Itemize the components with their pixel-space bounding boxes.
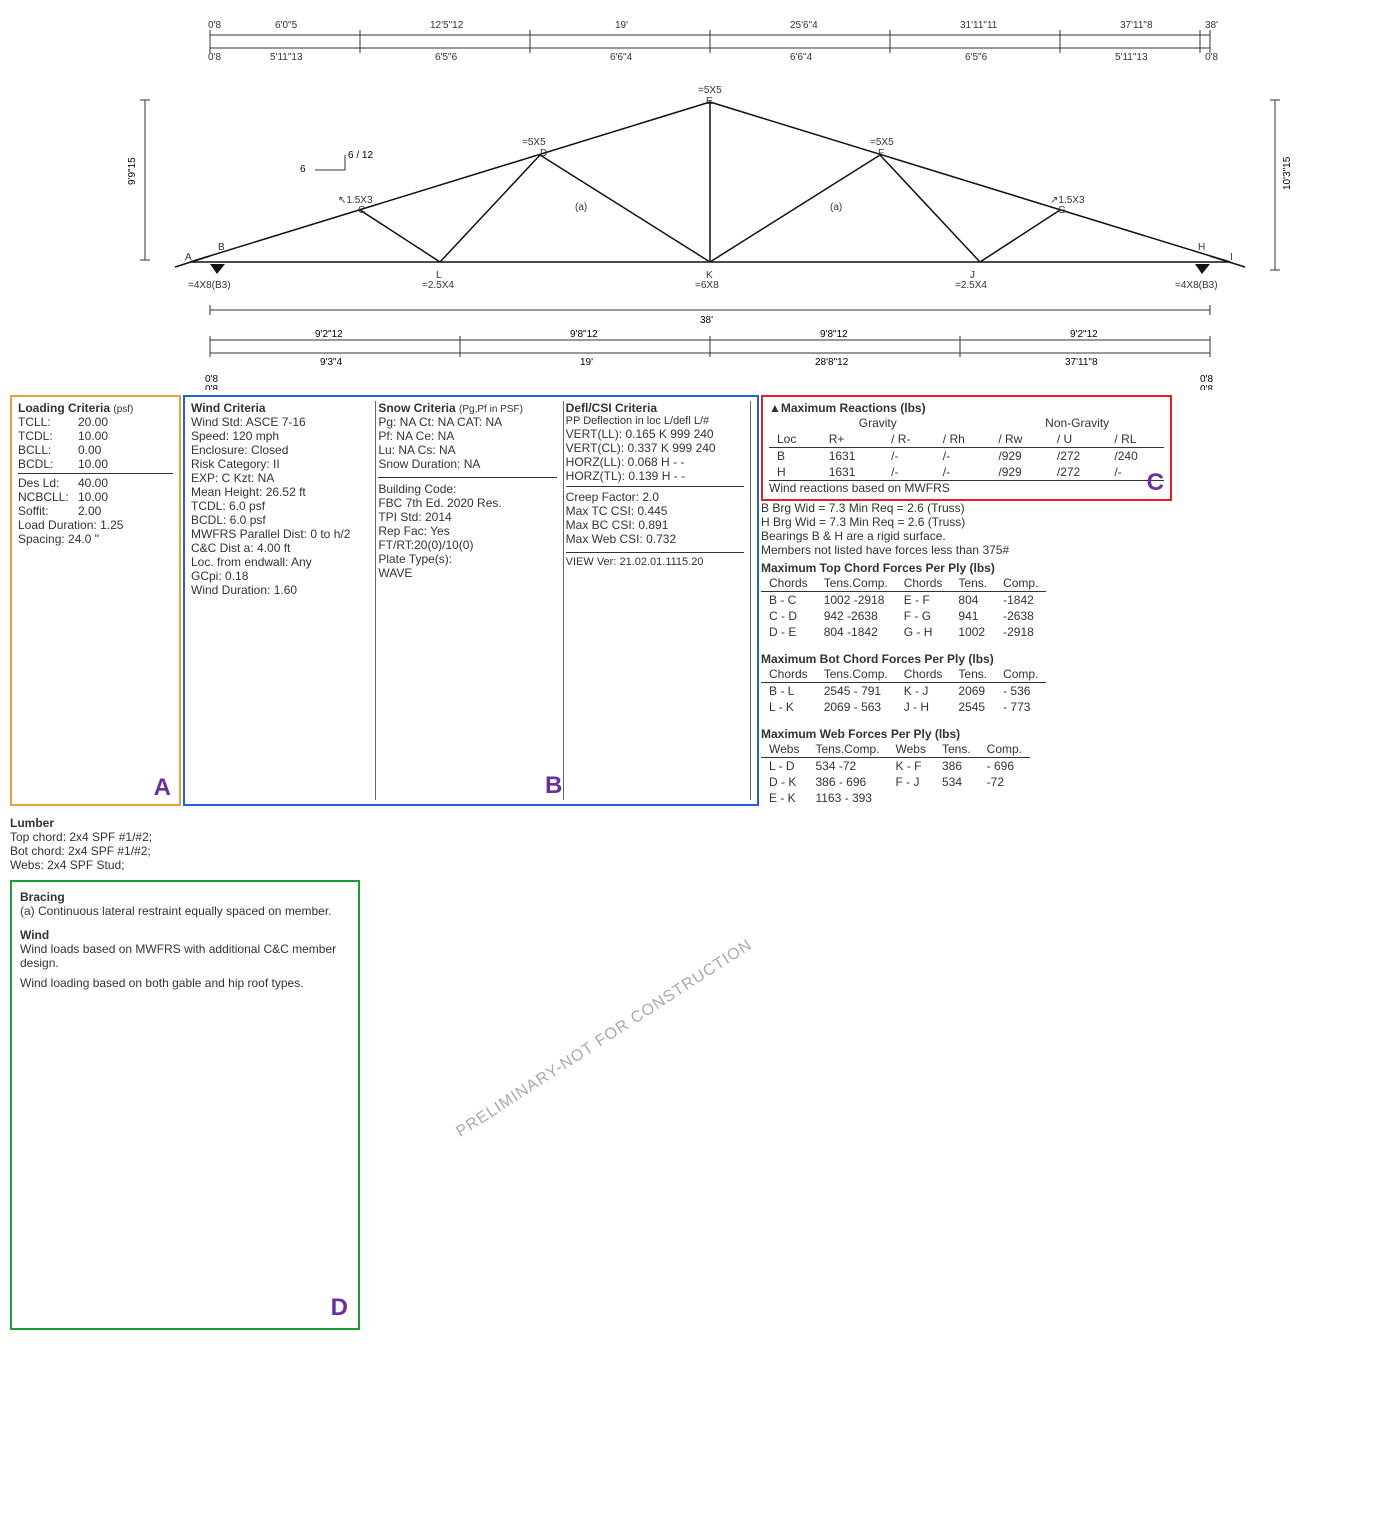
svg-text:D: D xyxy=(540,148,547,159)
svg-text:H: H xyxy=(1198,242,1205,253)
criteria-row: Loading Criteria (psf) TCLL:20.00 TCDL:1… xyxy=(10,395,1388,806)
svg-text:0'8: 0'8 xyxy=(1200,384,1213,390)
svg-text:9'2"12: 9'2"12 xyxy=(1070,329,1098,340)
svg-text:6'0"5: 6'0"5 xyxy=(275,20,298,31)
svg-text:9'8"12: 9'8"12 xyxy=(570,329,598,340)
svg-text:6'6"4: 6'6"4 xyxy=(610,52,633,63)
wind-snow-code-box: Wind Criteria Wind Std: ASCE 7-16Speed: … xyxy=(183,395,759,806)
svg-text:A: A xyxy=(185,252,192,263)
reactions-box: ▲Maximum Reactions (lbs) GravityNon-Grav… xyxy=(761,395,1172,501)
right-column: ▲Maximum Reactions (lbs) GravityNon-Grav… xyxy=(761,395,1191,806)
svg-text:9'2"12: 9'2"12 xyxy=(315,329,343,340)
svg-text:I: I xyxy=(1230,252,1233,263)
truss-svg: 0'8 6'0"5 12'5"12 19' 25'6"4 31'11"11 37… xyxy=(10,10,1388,390)
svg-text:↖1.5X3: ↖1.5X3 xyxy=(338,195,373,206)
svg-text:↗1.5X3: ↗1.5X3 xyxy=(1050,195,1085,206)
svg-text:6'6"4: 6'6"4 xyxy=(790,52,813,63)
wind-criteria: Wind Criteria Wind Std: ASCE 7-16Speed: … xyxy=(191,401,376,800)
svg-text:6: 6 xyxy=(300,164,306,175)
svg-text:G: G xyxy=(1058,205,1066,216)
label-a: A xyxy=(154,774,171,802)
svg-text:=2.5X4: =2.5X4 xyxy=(422,280,454,291)
svg-text:(a): (a) xyxy=(830,202,842,213)
svg-text:B: B xyxy=(218,242,225,253)
svg-text:25'6"4: 25'6"4 xyxy=(790,20,818,31)
label-d: D xyxy=(331,1294,348,1322)
svg-text:6 / 12: 6 / 12 xyxy=(348,150,373,161)
snow-bcode: Snow Criteria (Pg,Pf in PSF) Pg: NA Ct: … xyxy=(378,401,563,800)
defl-csi: Defl/CSI Criteria PP Deflection in loc L… xyxy=(566,401,751,800)
svg-text:28'8"12: 28'8"12 xyxy=(815,357,849,368)
loading-title: Loading Criteria xyxy=(18,401,110,415)
svg-text:=5X5: =5X5 xyxy=(698,85,722,96)
svg-text:9'8"12: 9'8"12 xyxy=(820,329,848,340)
svg-text:6'5"6: 6'5"6 xyxy=(965,52,988,63)
svg-text:12'5"12: 12'5"12 xyxy=(430,20,464,31)
svg-text:6'5"6: 6'5"6 xyxy=(435,52,458,63)
svg-text:C: C xyxy=(358,205,365,216)
svg-text:=2.5X4: =2.5X4 xyxy=(955,280,987,291)
svg-text:0'8: 0'8 xyxy=(208,52,221,63)
loading-criteria-box: Loading Criteria (psf) TCLL:20.00 TCDL:1… xyxy=(10,395,181,806)
label-b: B xyxy=(545,772,562,800)
svg-text:9'3"4: 9'3"4 xyxy=(320,357,343,368)
svg-text:=5X5: =5X5 xyxy=(870,137,894,148)
svg-text:=5X5: =5X5 xyxy=(522,137,546,148)
svg-text:37'11"8: 37'11"8 xyxy=(1065,357,1098,368)
svg-text:0'8: 0'8 xyxy=(205,384,218,390)
svg-text:5'11"13: 5'11"13 xyxy=(1115,52,1148,63)
svg-text:=4X8(B3): =4X8(B3) xyxy=(1175,280,1218,291)
svg-text:0'8: 0'8 xyxy=(208,20,221,31)
svg-text:38': 38' xyxy=(1205,20,1218,31)
svg-text:=4X8(B3): =4X8(B3) xyxy=(188,280,231,291)
truss-drawing: 0'8 6'0"5 12'5"12 19' 25'6"4 31'11"11 37… xyxy=(10,10,1388,390)
svg-text:0'8: 0'8 xyxy=(1205,52,1218,63)
svg-text:38': 38' xyxy=(700,315,713,326)
svg-text:19': 19' xyxy=(580,357,593,368)
svg-text:E: E xyxy=(706,96,713,107)
bracing-wind-box: Bracing (a) Continuous lateral restraint… xyxy=(10,880,360,1330)
svg-text:37'11"8: 37'11"8 xyxy=(1120,20,1153,31)
lower-section: Lumber Top chord: 2x4 SPF #1/#2;Bot chor… xyxy=(10,816,1388,1330)
svg-text:5'11"13: 5'11"13 xyxy=(270,52,303,63)
svg-text:9'9"15: 9'9"15 xyxy=(127,157,138,185)
svg-text:19': 19' xyxy=(615,20,628,31)
svg-text:=6X8: =6X8 xyxy=(695,280,719,291)
svg-text:F: F xyxy=(878,148,884,159)
svg-text:(a): (a) xyxy=(575,202,587,213)
svg-text:31'11"11: 31'11"11 xyxy=(960,20,998,31)
label-c: C xyxy=(1147,469,1164,497)
svg-text:10'3"15: 10'3"15 xyxy=(1282,156,1293,190)
